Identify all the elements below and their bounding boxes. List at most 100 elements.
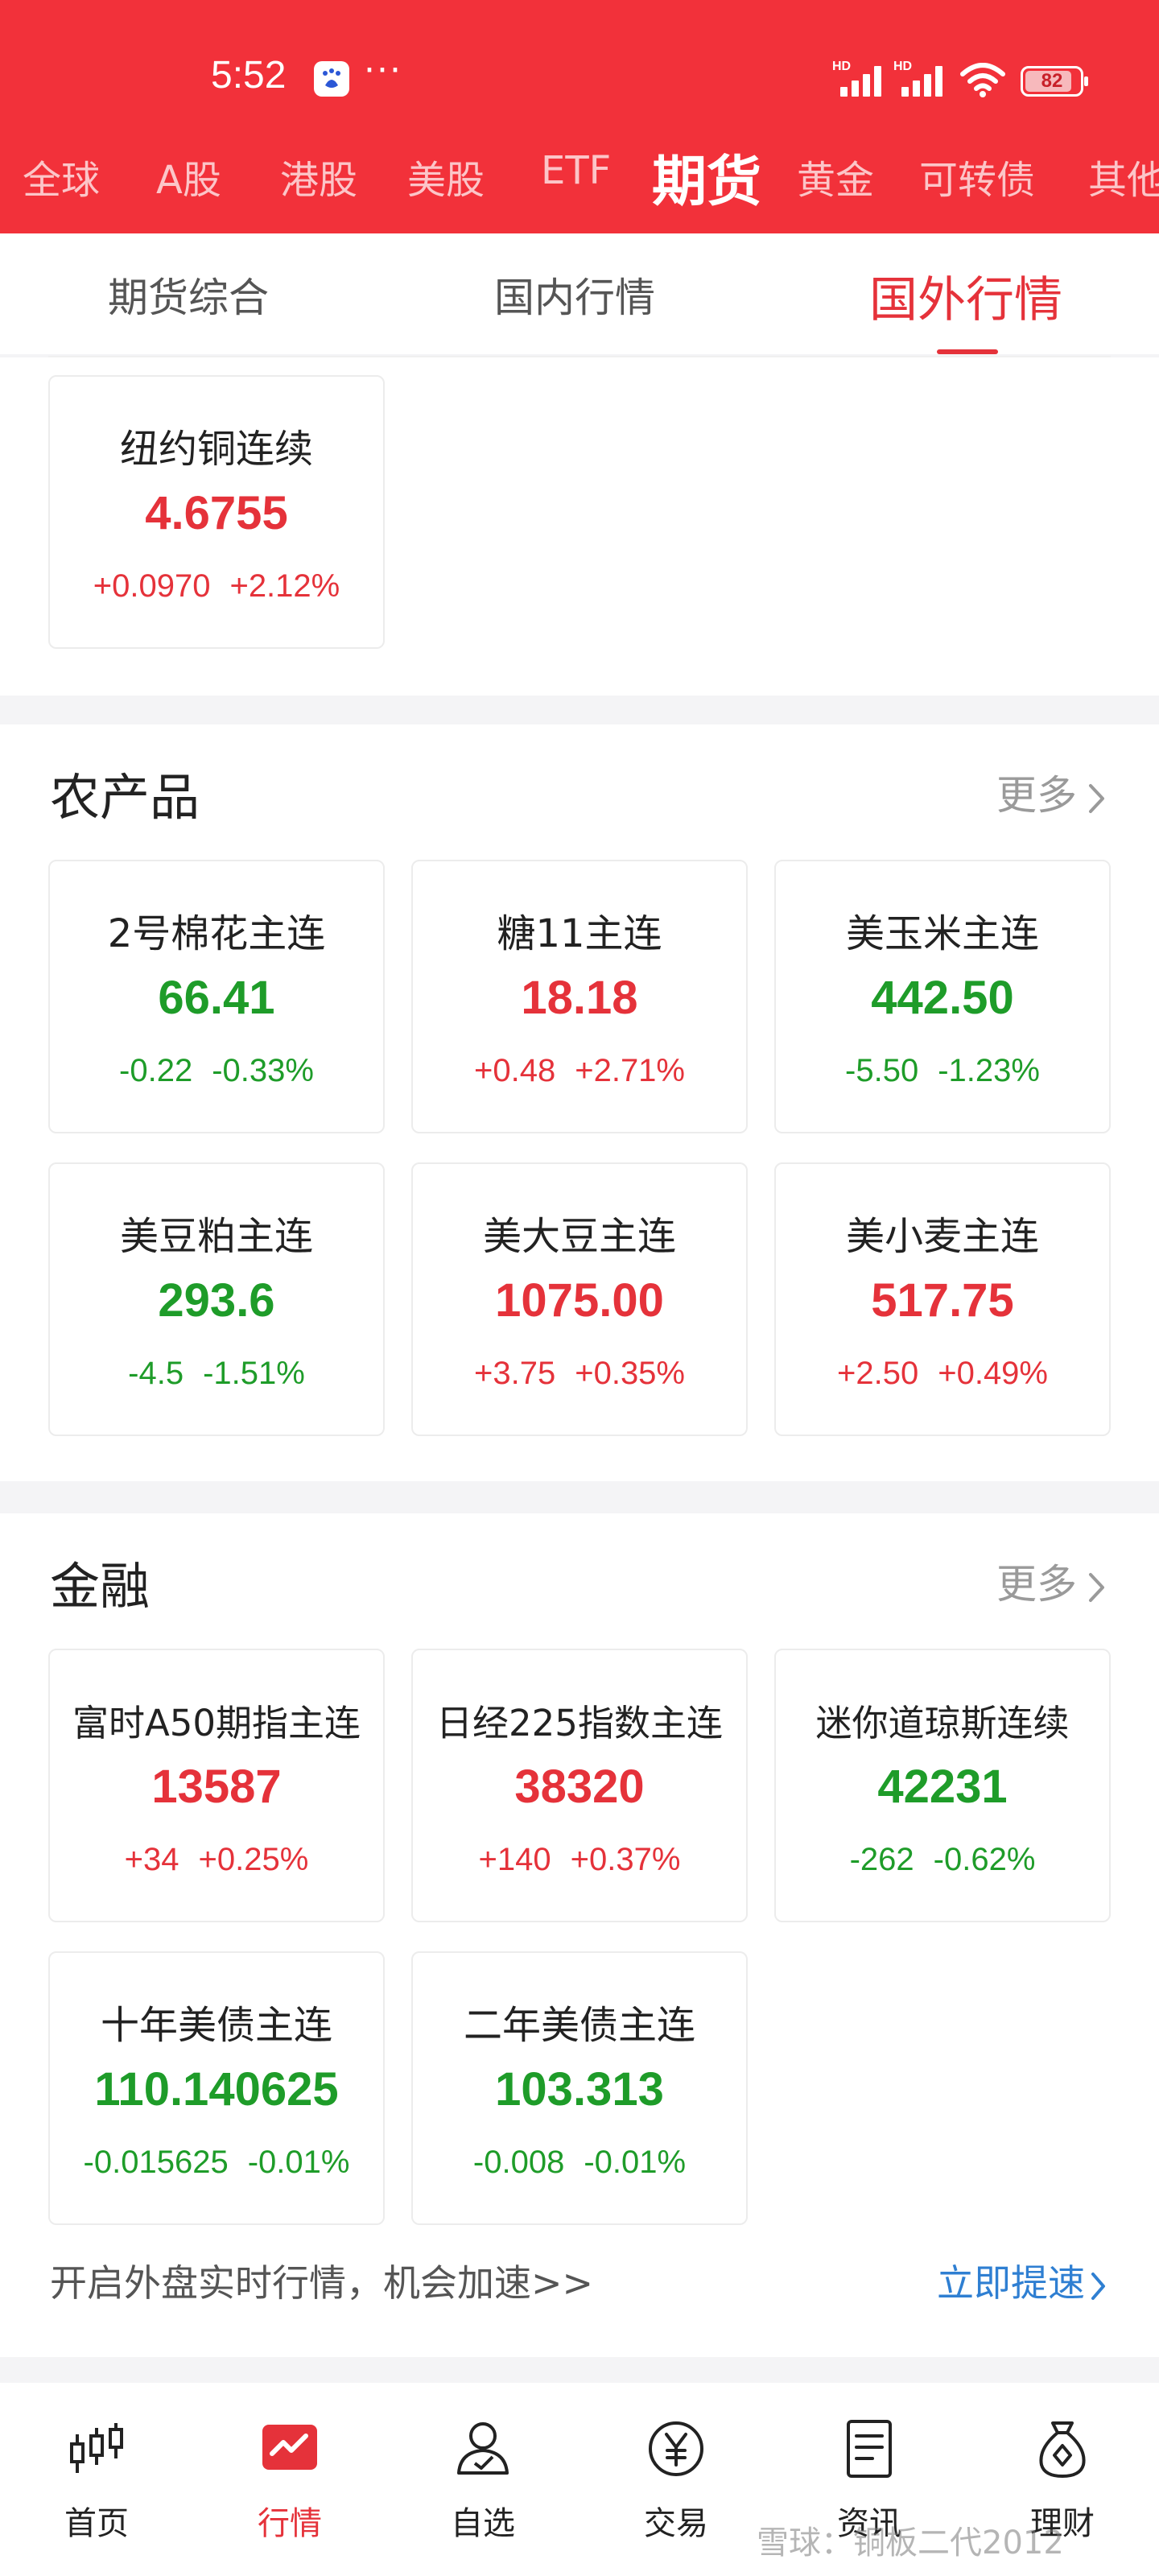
user-watchlist-icon: [457, 2422, 509, 2475]
quote-change-value: -0.22: [119, 1053, 193, 1088]
active-tab-indicator: [937, 349, 998, 354]
quote-card-a50[interactable]: 富时A50期指主连 13587 +34 +0.25%: [48, 1649, 385, 1922]
baidu-app-icon: [314, 61, 349, 97]
quote-card-sugar[interactable]: 糖11主连 18.18 +0.48 +2.71%: [411, 860, 748, 1133]
notification-dots: ···: [364, 50, 402, 91]
quote-price: 293.6: [158, 1274, 275, 1327]
more-agriculture-link[interactable]: 更多: [996, 763, 1107, 821]
speed-up-link[interactable]: 立即提速: [937, 2254, 1107, 2307]
nav-watchlist[interactable]: 自选: [402, 2417, 563, 2562]
agriculture-section: 农产品 更多 2号棉花主连 66.41 -0.22 -0.33% 糖11主连 18…: [0, 724, 1159, 1481]
quote-change-pct: +0.35%: [575, 1356, 685, 1391]
quote-change: +3.75 +0.35%: [413, 1356, 746, 1392]
market-tab-global[interactable]: 全球: [23, 148, 100, 204]
quote-change-value: -0.008: [472, 2145, 565, 2180]
section-title: 农产品: [50, 768, 200, 827]
quote-change-value: +2.50: [837, 1356, 919, 1391]
market-tab-a-share[interactable]: A股: [156, 148, 221, 204]
quote-price: 66.41: [158, 972, 275, 1024]
quote-name: 糖11主连: [497, 911, 662, 956]
market-tab-other[interactable]: 其他: [1088, 148, 1159, 204]
quote-change: -4.5 -1.51%: [50, 1356, 383, 1392]
quote-card-cotton[interactable]: 2号棉花主连 66.41 -0.22 -0.33%: [48, 860, 385, 1133]
quote-change-pct: -0.33%: [212, 1053, 314, 1088]
metals-section: 纽约铜连续 4.6755 +0.0970 +2.12%: [0, 357, 1159, 696]
quote-name: 美玉米主连: [845, 911, 1039, 956]
quote-change: -5.50 -1.23%: [776, 1053, 1109, 1089]
quote-change-value: +140: [478, 1842, 551, 1877]
wifi-icon: [960, 63, 1005, 97]
quote-card-soymeal[interactable]: 美豆粕主连 293.6 -4.5 -1.51%: [48, 1162, 385, 1436]
quote-name: 日经225指数主连: [436, 1702, 723, 1744]
quote-name: 美豆粕主连: [119, 1214, 313, 1259]
quote-price: 4.6755: [145, 487, 288, 539]
market-tab-us[interactable]: 美股: [407, 148, 485, 204]
quote-change-value: +0.0970: [93, 568, 211, 604]
market-tab-futures[interactable]: 期货: [652, 137, 761, 209]
market-tab-etf[interactable]: ETF: [541, 148, 611, 193]
quote-change: -0.22 -0.33%: [50, 1053, 383, 1089]
more-finance-link[interactable]: 更多: [996, 1552, 1107, 1610]
quote-change: -0.015625 -0.01%: [50, 2145, 383, 2181]
yen-coin-icon: [649, 2421, 703, 2476]
candlestick-icon: [70, 2423, 123, 2473]
nav-trade[interactable]: 交易: [596, 2417, 757, 2562]
quote-change-pct: +0.37%: [570, 1842, 681, 1877]
quote-change-pct: -1.51%: [203, 1356, 305, 1391]
quote-change-value: -0.015625: [83, 2145, 229, 2180]
tab-futures-overview[interactable]: 期货综合: [108, 266, 269, 324]
quote-card-mini-dow[interactable]: 迷你道琼斯连续 42231 -262 -0.62%: [774, 1649, 1111, 1922]
watermark: 雪球：铜板二代2012: [757, 2524, 1064, 2562]
chevron-right-icon: [1089, 1572, 1104, 1602]
market-tab-gold[interactable]: 黄金: [797, 148, 874, 204]
quote-card-wheat[interactable]: 美小麦主连 517.75 +2.50 +0.49%: [774, 1162, 1111, 1436]
market-tab-hk[interactable]: 港股: [280, 148, 357, 204]
nav-market[interactable]: 行情: [209, 2417, 370, 2562]
quote-change-value: +34: [124, 1842, 179, 1877]
quote-change: +140 +0.37%: [413, 1842, 746, 1878]
quote-card-nikkei[interactable]: 日经225指数主连 38320 +140 +0.37%: [411, 1649, 748, 1922]
quote-price: 18.18: [521, 972, 638, 1024]
nav-home[interactable]: 首页: [16, 2417, 177, 2562]
quote-card-soybean[interactable]: 美大豆主连 1075.00 +3.75 +0.35%: [411, 1162, 748, 1436]
realtime-promo-text: 开启外盘实时行情，机会加速>>: [50, 2261, 594, 2305]
quote-change: +34 +0.25%: [50, 1842, 383, 1878]
quote-change: -262 -0.62%: [776, 1842, 1109, 1878]
speed-up-label: 立即提速: [937, 2261, 1085, 2305]
quote-name: 十年美债主连: [100, 2003, 332, 2048]
money-bag-icon: [1039, 2421, 1086, 2478]
market-tab-convertible[interactable]: 可转债: [919, 148, 1035, 204]
quote-change: +2.50 +0.49%: [776, 1356, 1109, 1392]
quote-change: +0.0970 +2.12%: [50, 568, 383, 605]
quote-name: 迷你道琼斯连续: [815, 1702, 1070, 1744]
nav-label: 首页: [64, 2505, 129, 2542]
quote-change-value: +0.48: [474, 1053, 556, 1088]
tab-foreign-quotes[interactable]: 国外行情: [869, 261, 1062, 331]
nav-label: 自选: [451, 2505, 515, 2542]
document-icon: [847, 2420, 892, 2478]
tab-domestic-quotes[interactable]: 国内行情: [494, 266, 655, 324]
quote-change-pct: -1.23%: [938, 1053, 1040, 1088]
quote-change-pct: -0.01%: [584, 2145, 687, 2180]
quote-change-pct: -0.62%: [933, 1842, 1036, 1877]
more-label: 更多: [996, 772, 1077, 819]
battery-icon: 82: [1021, 66, 1088, 97]
quote-change-pct: +2.71%: [575, 1053, 685, 1088]
quote-change: -0.008 -0.01%: [413, 2145, 746, 2181]
quote-price: 42231: [877, 1761, 1008, 1813]
quote-card-corn[interactable]: 美玉米主连 442.50 -5.50 -1.23%: [774, 860, 1111, 1133]
quote-change-value: -5.50: [845, 1053, 919, 1088]
quote-name: 美大豆主连: [482, 1214, 676, 1259]
quote-card-2y-treasury[interactable]: 二年美债主连 103.313 -0.008 -0.01%: [411, 1951, 748, 2225]
chevron-right-icon: [1089, 783, 1104, 813]
app-header: 5:52 ··· HD HD 82 全球 A股 港股 美股 ETF 期货 黄金 …: [0, 0, 1159, 233]
quote-card-10y-treasury[interactable]: 十年美债主连 110.140625 -0.015625 -0.01%: [48, 1951, 385, 2225]
battery-level: 82: [1041, 70, 1063, 92]
quote-name: 2号棉花主连: [107, 911, 326, 956]
quote-change-pct: +0.49%: [938, 1356, 1048, 1391]
quote-price: 38320: [514, 1761, 645, 1813]
quote-card-ny-copper[interactable]: 纽约铜连续 4.6755 +0.0970 +2.12%: [48, 375, 385, 649]
quote-change-value: +3.75: [474, 1356, 556, 1391]
quote-change: +0.48 +2.71%: [413, 1053, 746, 1089]
status-bar: 5:52 ··· HD HD 82: [0, 0, 1159, 153]
